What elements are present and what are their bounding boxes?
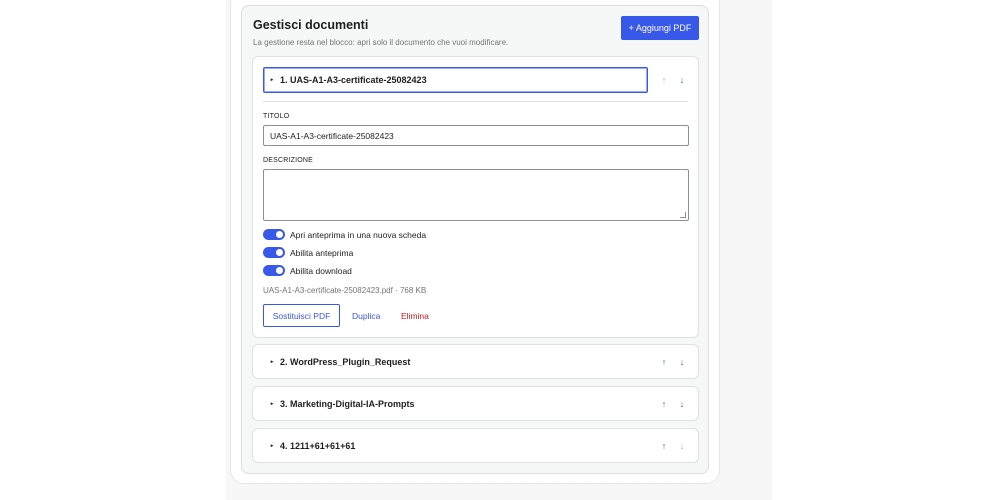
arrow-up-icon[interactable]: ↑: [660, 356, 668, 368]
panel-description: La gestione resta nel blocco: apri solo …: [253, 38, 509, 47]
arrow-up-icon[interactable]: ↑: [660, 440, 668, 452]
document-item-1: ▸ 1. UAS-A1-A3-certificate-25082423 ↑ ↓ …: [252, 56, 699, 338]
toggle-enable-download[interactable]: Abilita download: [263, 265, 352, 276]
description-textarea[interactable]: [263, 169, 689, 221]
document-heading: 2. WordPress_Plugin_Request: [280, 357, 411, 367]
reorder-controls: ↑ ↓: [660, 440, 686, 452]
replace-pdf-button[interactable]: Sostituisci PDF: [263, 304, 340, 327]
resize-handle-icon[interactable]: [680, 212, 686, 218]
duplicate-button[interactable]: Duplica: [352, 304, 380, 327]
panel-title: Gestisci documenti: [253, 18, 369, 32]
caret-right-icon: ▸: [270, 359, 274, 365]
caret-right-icon: ▸: [270, 77, 274, 83]
toggle-switch[interactable]: [263, 265, 285, 276]
reorder-controls: ↑ ↓: [660, 398, 686, 410]
toggle-label: Apri anteprima in una nuova scheda: [290, 229, 427, 240]
divider: [263, 101, 688, 102]
document-toggle-4[interactable]: ▸ 4. 1211+61+61+61: [263, 433, 648, 459]
arrow-down-icon[interactable]: ↓: [678, 440, 686, 452]
arrow-up-icon[interactable]: ↑: [660, 398, 668, 410]
document-toggle-1[interactable]: ▸ 1. UAS-A1-A3-certificate-25082423: [263, 67, 648, 93]
caret-right-icon: ▸: [270, 443, 274, 449]
document-item-4: ▸ 4. 1211+61+61+61 ↑ ↓: [252, 428, 699, 463]
toggle-label: Abilita download: [290, 265, 352, 276]
document-item-2: ▸ 2. WordPress_Plugin_Request ↑ ↓: [252, 344, 699, 379]
arrow-down-icon[interactable]: ↓: [678, 74, 686, 86]
toggle-label: Abilita anteprima: [290, 247, 354, 258]
toggle-open-new-tab[interactable]: Apri anteprima in una nuova scheda: [263, 229, 426, 240]
document-heading: 1. UAS-A1-A3-certificate-25082423: [280, 75, 427, 85]
title-input[interactable]: UAS-A1-A3-certificate-25082423: [263, 125, 689, 146]
arrow-down-icon[interactable]: ↓: [678, 356, 686, 368]
delete-button[interactable]: Elimina: [401, 304, 429, 327]
document-heading: 4. 1211+61+61+61: [280, 441, 356, 451]
title-label: TITOLO: [263, 113, 290, 120]
manage-documents-panel: Gestisci documenti La gestione resta nel…: [241, 5, 709, 474]
toggle-enable-preview[interactable]: Abilita anteprima: [263, 247, 353, 258]
document-toggle-2[interactable]: ▸ 2. WordPress_Plugin_Request: [263, 349, 648, 375]
caret-right-icon: ▸: [270, 401, 274, 407]
reorder-controls: ↑ ↓: [660, 356, 686, 368]
file-info: UAS-A1-A3-certificate-25082423.pdf · 768…: [263, 286, 427, 295]
arrow-down-icon[interactable]: ↓: [678, 398, 686, 410]
toggle-switch[interactable]: [263, 247, 285, 258]
toggle-switch[interactable]: [263, 229, 285, 240]
add-pdf-button[interactable]: + Aggiungi PDF: [621, 16, 699, 40]
reorder-controls: ↑ ↓: [660, 74, 686, 86]
document-item-3: ▸ 3. Marketing-Digital-IA-Prompts ↑ ↓: [252, 386, 699, 421]
description-label: DESCRIZIONE: [263, 157, 314, 164]
document-heading: 3. Marketing-Digital-IA-Prompts: [280, 399, 415, 409]
document-toggle-3[interactable]: ▸ 3. Marketing-Digital-IA-Prompts: [263, 391, 648, 417]
arrow-up-icon[interactable]: ↑: [660, 74, 668, 86]
